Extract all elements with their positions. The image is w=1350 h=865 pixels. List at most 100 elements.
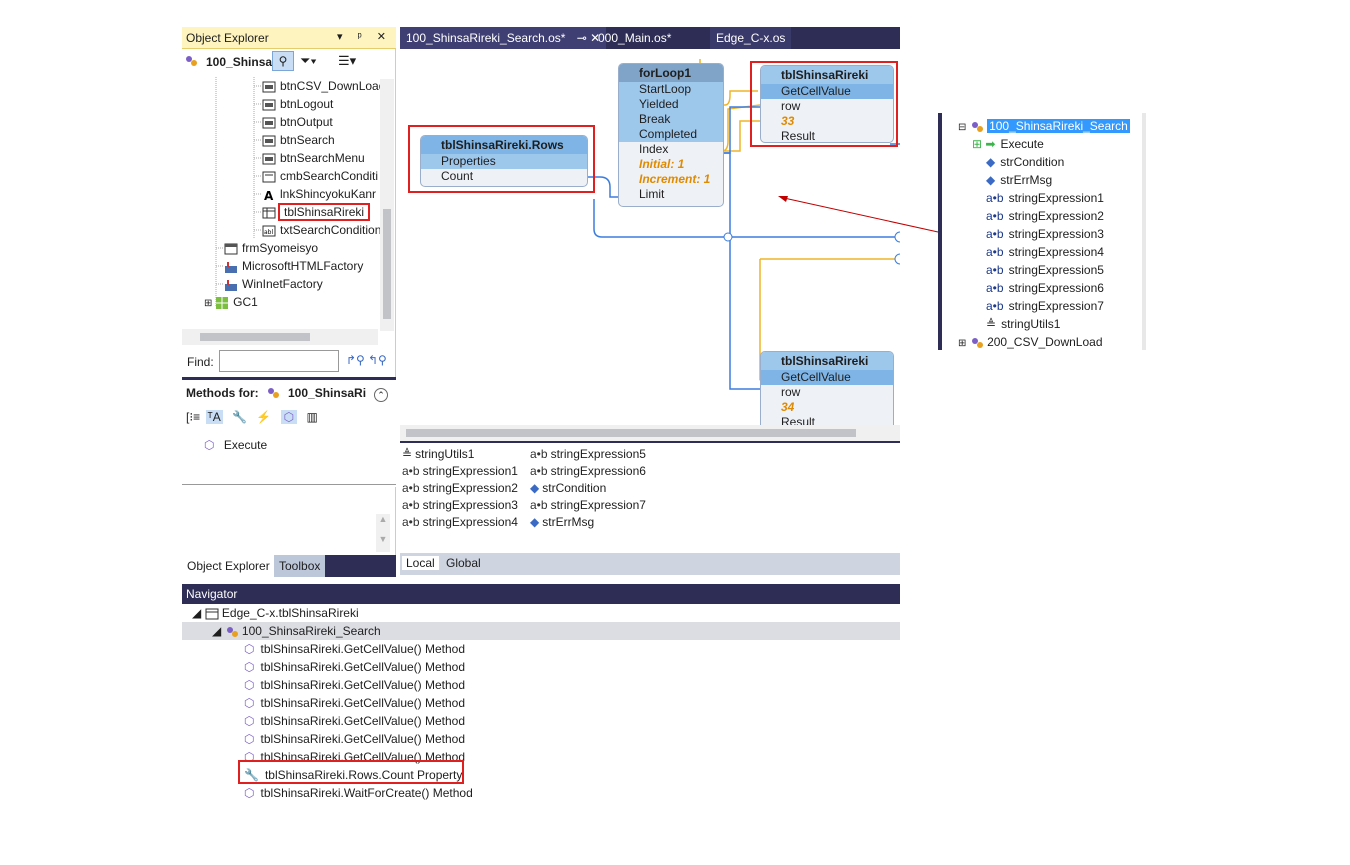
collapse-arrow-icon[interactable]: ◢ (212, 624, 221, 638)
find-prev-icon[interactable]: ↰⚲ (368, 353, 387, 367)
loop-pin-initial[interactable]: Initial: 1 (619, 157, 723, 172)
zoomed-tree-item[interactable]: ◆ strErrMsg (986, 173, 1052, 187)
event-icon[interactable]: ⚡ (256, 410, 271, 424)
tab-object-explorer[interactable]: Object Explorer (182, 555, 275, 577)
loop-pin-break[interactable]: Break (619, 112, 723, 127)
forloop-node[interactable]: forLoop1 StartLoop Yielded Break Complet… (618, 63, 724, 207)
local-variable[interactable]: a•b stringExpression7 (530, 498, 646, 512)
navigator-item[interactable]: ⬡ tblShinsaRireki.GetCellValue() Method (244, 712, 465, 730)
zoomed-tree-item[interactable]: a•b stringExpression1 (986, 191, 1104, 205)
tab-search-os[interactable]: 100_ShinsaRireki_Search.os* ⊸ ✕ (400, 27, 607, 49)
tab-main-os[interactable]: 000_Main.os* (592, 27, 677, 49)
local-variable[interactable]: ≜ stringUtils1 (402, 447, 474, 461)
navigator-item[interactable]: ⬡ tblShinsaRireki.GetCellValue() Method (244, 730, 465, 748)
sort-icon[interactable]: ☰▾ (338, 53, 356, 69)
local-variable[interactable]: a•b stringExpression6 (530, 464, 646, 478)
tree-item[interactable]: btnCSV_DownLoad (262, 77, 385, 95)
zoomed-tree-item[interactable]: a•b stringExpression7 (986, 299, 1104, 313)
find-label: Find: (187, 355, 214, 369)
getcell-node-2[interactable]: tblShinsaRireki GetCellValue row 34 Resu… (760, 351, 894, 425)
tree-item-label: txtSearchCondition (280, 223, 382, 237)
method-icon[interactable]: ⬡ (280, 410, 298, 424)
expand-icon[interactable]: ⊞ (958, 338, 966, 349)
find-next-icon[interactable]: ↱⚲ (346, 353, 365, 367)
vertical-scrollbar[interactable] (380, 79, 394, 331)
tree-item[interactable]: frmSyomeisyo (224, 239, 318, 257)
tree-item[interactable]: btnOutput (262, 113, 333, 131)
tree-item[interactable]: ⊞ GC1 (204, 293, 258, 311)
horizontal-scrollbar[interactable] (182, 329, 378, 345)
tree-last-row[interactable]: ⊞ 200_CSV_DownLoad (958, 335, 1103, 350)
navigator-item[interactable]: ⬡ tblShinsaRireki.WaitForCreate() Method (244, 784, 473, 802)
zoomed-tree-item[interactable]: a•b stringExpression5 (986, 263, 1104, 277)
local-variable[interactable]: a•b stringExpression5 (530, 447, 646, 461)
tree-item[interactable]: WinInetFactory (224, 275, 323, 293)
expand-icon[interactable]: ⊟ (958, 122, 966, 133)
utils-icon: ≜ (986, 317, 997, 331)
tab-local[interactable]: Local (402, 556, 439, 570)
loop-pin-limit[interactable]: Limit (619, 187, 723, 202)
tree-item-label: frmSyomeisyo (242, 241, 319, 255)
local-variable[interactable]: a•b stringExpression1 (402, 464, 518, 478)
navigator-root[interactable]: ◢ Edge_C-x.tblShinsaRireki (192, 604, 359, 622)
zoomed-tree-item[interactable]: ≜ stringUtils1 (986, 317, 1060, 331)
tree-item[interactable]: btnSearchMenu (262, 149, 365, 167)
zoomed-tree-item[interactable]: ⊞ ➡ Execute (972, 137, 1044, 151)
tree-item[interactable]: tblShinsaRireki (262, 203, 371, 221)
alpha-sort-icon[interactable]: ᵀA (205, 410, 223, 424)
methods-scrollbar[interactable]: ▲ ▼ (376, 514, 390, 552)
getcell-2-row-value[interactable]: 34 (761, 400, 893, 415)
tree-item-label: btnSearch (280, 133, 335, 147)
find-input[interactable] (219, 350, 339, 372)
local-variable[interactable]: a•b stringExpression4 (402, 515, 518, 529)
loop-pin-startloop[interactable]: StartLoop (619, 82, 723, 97)
tree-item[interactable]: btnSearch (262, 131, 335, 149)
filter-icon[interactable]: ⏷▾ (300, 53, 317, 69)
zoomed-tree-item-label: stringUtils1 (1001, 317, 1061, 331)
tree-item[interactable]: AlnkShincyokuKanr (262, 185, 376, 203)
tab-toolbox[interactable]: Toolbox (274, 555, 326, 577)
columns-icon[interactable]: ▥ (306, 410, 317, 424)
method-item[interactable]: ⬡ Execute (204, 438, 267, 452)
loop-pin-yielded[interactable]: Yielded (619, 97, 723, 112)
getcell-2-pin-result[interactable]: Result (761, 415, 893, 425)
wrench-icon[interactable]: 🔧 (232, 410, 247, 424)
navigator-item[interactable]: ⬡ tblShinsaRireki.GetCellValue() Method (244, 640, 465, 658)
expand-icon[interactable]: ⊞ (204, 298, 215, 309)
panel-window-buttons[interactable]: ▾ ᵖ ✕ (337, 30, 392, 43)
zoomed-tree-item[interactable]: a•b stringExpression3 (986, 227, 1104, 241)
canvas-horizontal-scrollbar[interactable] (400, 425, 900, 441)
tree-selected-row[interactable]: ⊟ 100_ShinsaRireki_Search (958, 119, 1130, 134)
highlight-getcell-node (750, 61, 898, 147)
tree-item[interactable]: MicrosoftHTMLFactory (224, 257, 363, 275)
tree-item[interactable]: abl txtSearchCondition (262, 221, 381, 239)
zoomed-tree-item[interactable]: ◆ strCondition (986, 155, 1064, 169)
highlight-rows-node (408, 125, 595, 193)
zoomed-tree-item[interactable]: a•b stringExpression4 (986, 245, 1104, 259)
search-icon[interactable]: ⚲ (272, 51, 294, 71)
collapse-arrow-icon[interactable]: ◢ (192, 606, 201, 620)
zoomed-tree-item[interactable]: a•b stringExpression6 (986, 281, 1104, 295)
loop-pin-completed[interactable]: Completed (619, 127, 723, 142)
tab-global[interactable]: Global (442, 556, 485, 570)
navigator-item[interactable]: ⬡ tblShinsaRireki.GetCellValue() Method (244, 694, 465, 712)
getcell-2-pin-method[interactable]: GetCellValue (761, 370, 893, 385)
local-variable[interactable]: ◆ strCondition (530, 481, 606, 495)
navigator-item[interactable]: ⬡ tblShinsaRireki.GetCellValue() Method (244, 658, 465, 676)
getcell-2-pin-row[interactable]: row (761, 385, 893, 400)
categorize-icon[interactable]: [⁝≡ (186, 410, 200, 424)
local-variable[interactable]: a•b stringExpression3 (402, 498, 518, 512)
collapse-icon[interactable]: ⌃ (374, 388, 388, 402)
tree-item[interactable]: btnLogout (262, 95, 333, 113)
tab-edge-os[interactable]: Edge_C-x.os (710, 27, 792, 49)
loop-pin-increment[interactable]: Increment: 1 (619, 172, 723, 187)
local-variable[interactable]: ◆ strErrMsg (530, 515, 594, 529)
tree-item[interactable]: cmbSearchConditi (262, 167, 378, 185)
navigator-child[interactable]: ◢ 100_ShinsaRireki_Search (182, 622, 900, 640)
zoomed-tree-item[interactable]: a•b stringExpression2 (986, 209, 1104, 223)
local-variable[interactable]: a•b stringExpression2 (402, 481, 518, 495)
loop-pin-index[interactable]: Index (619, 142, 723, 157)
project-icon (184, 53, 198, 68)
navigator-item[interactable]: ⬡ tblShinsaRireki.GetCellValue() Method (244, 676, 465, 694)
tree-selected-label: 100_ShinsaRireki_Search (987, 119, 1130, 133)
